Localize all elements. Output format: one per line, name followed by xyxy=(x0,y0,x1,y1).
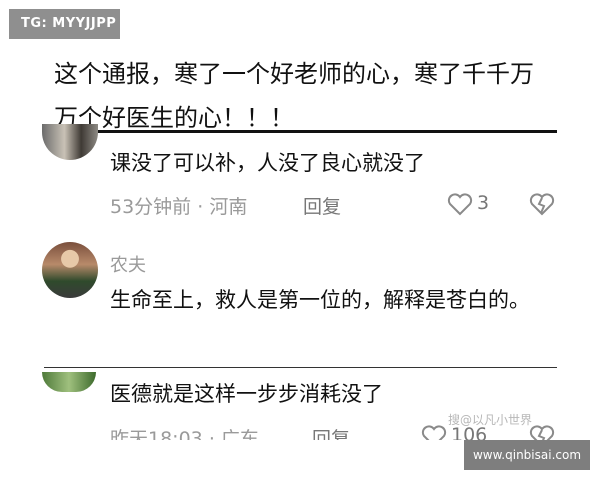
comment-text: 课没了可以补，人没了良心就没了 xyxy=(110,151,425,175)
post-text: 这个通报，寒了一个好老师的心，寒了千千万万个好医生的心！！！ xyxy=(54,60,534,132)
watermark-text: 搜@以凡小世界 xyxy=(448,413,533,427)
comment-text: 生命至上，救人是第一位的，解释是苍白的。 xyxy=(110,288,530,312)
comment-time-text: 53分钟前 xyxy=(110,196,192,218)
comment-text: 医德就是这样一步步消耗没了 xyxy=(110,382,383,406)
avatar[interactable] xyxy=(42,372,96,392)
heart-icon[interactable] xyxy=(447,193,473,217)
divider xyxy=(44,367,557,368)
avatar[interactable] xyxy=(42,124,98,160)
dot-separator: · xyxy=(197,196,204,218)
avatar[interactable] xyxy=(42,242,98,298)
watermark-tag: TG: MYYJJPP xyxy=(9,9,120,39)
watermark-site: www.qinbisai.com xyxy=(464,440,590,470)
like-count: 3 xyxy=(477,192,490,214)
divider xyxy=(44,130,557,133)
reply-button[interactable]: 回复 xyxy=(303,192,341,219)
dislike-heart-icon[interactable] xyxy=(528,193,556,217)
comment-time: 53分钟前 · 河南 xyxy=(110,192,247,219)
username[interactable]: 农夫 xyxy=(110,251,146,277)
comment-location: 河南 xyxy=(209,196,248,218)
